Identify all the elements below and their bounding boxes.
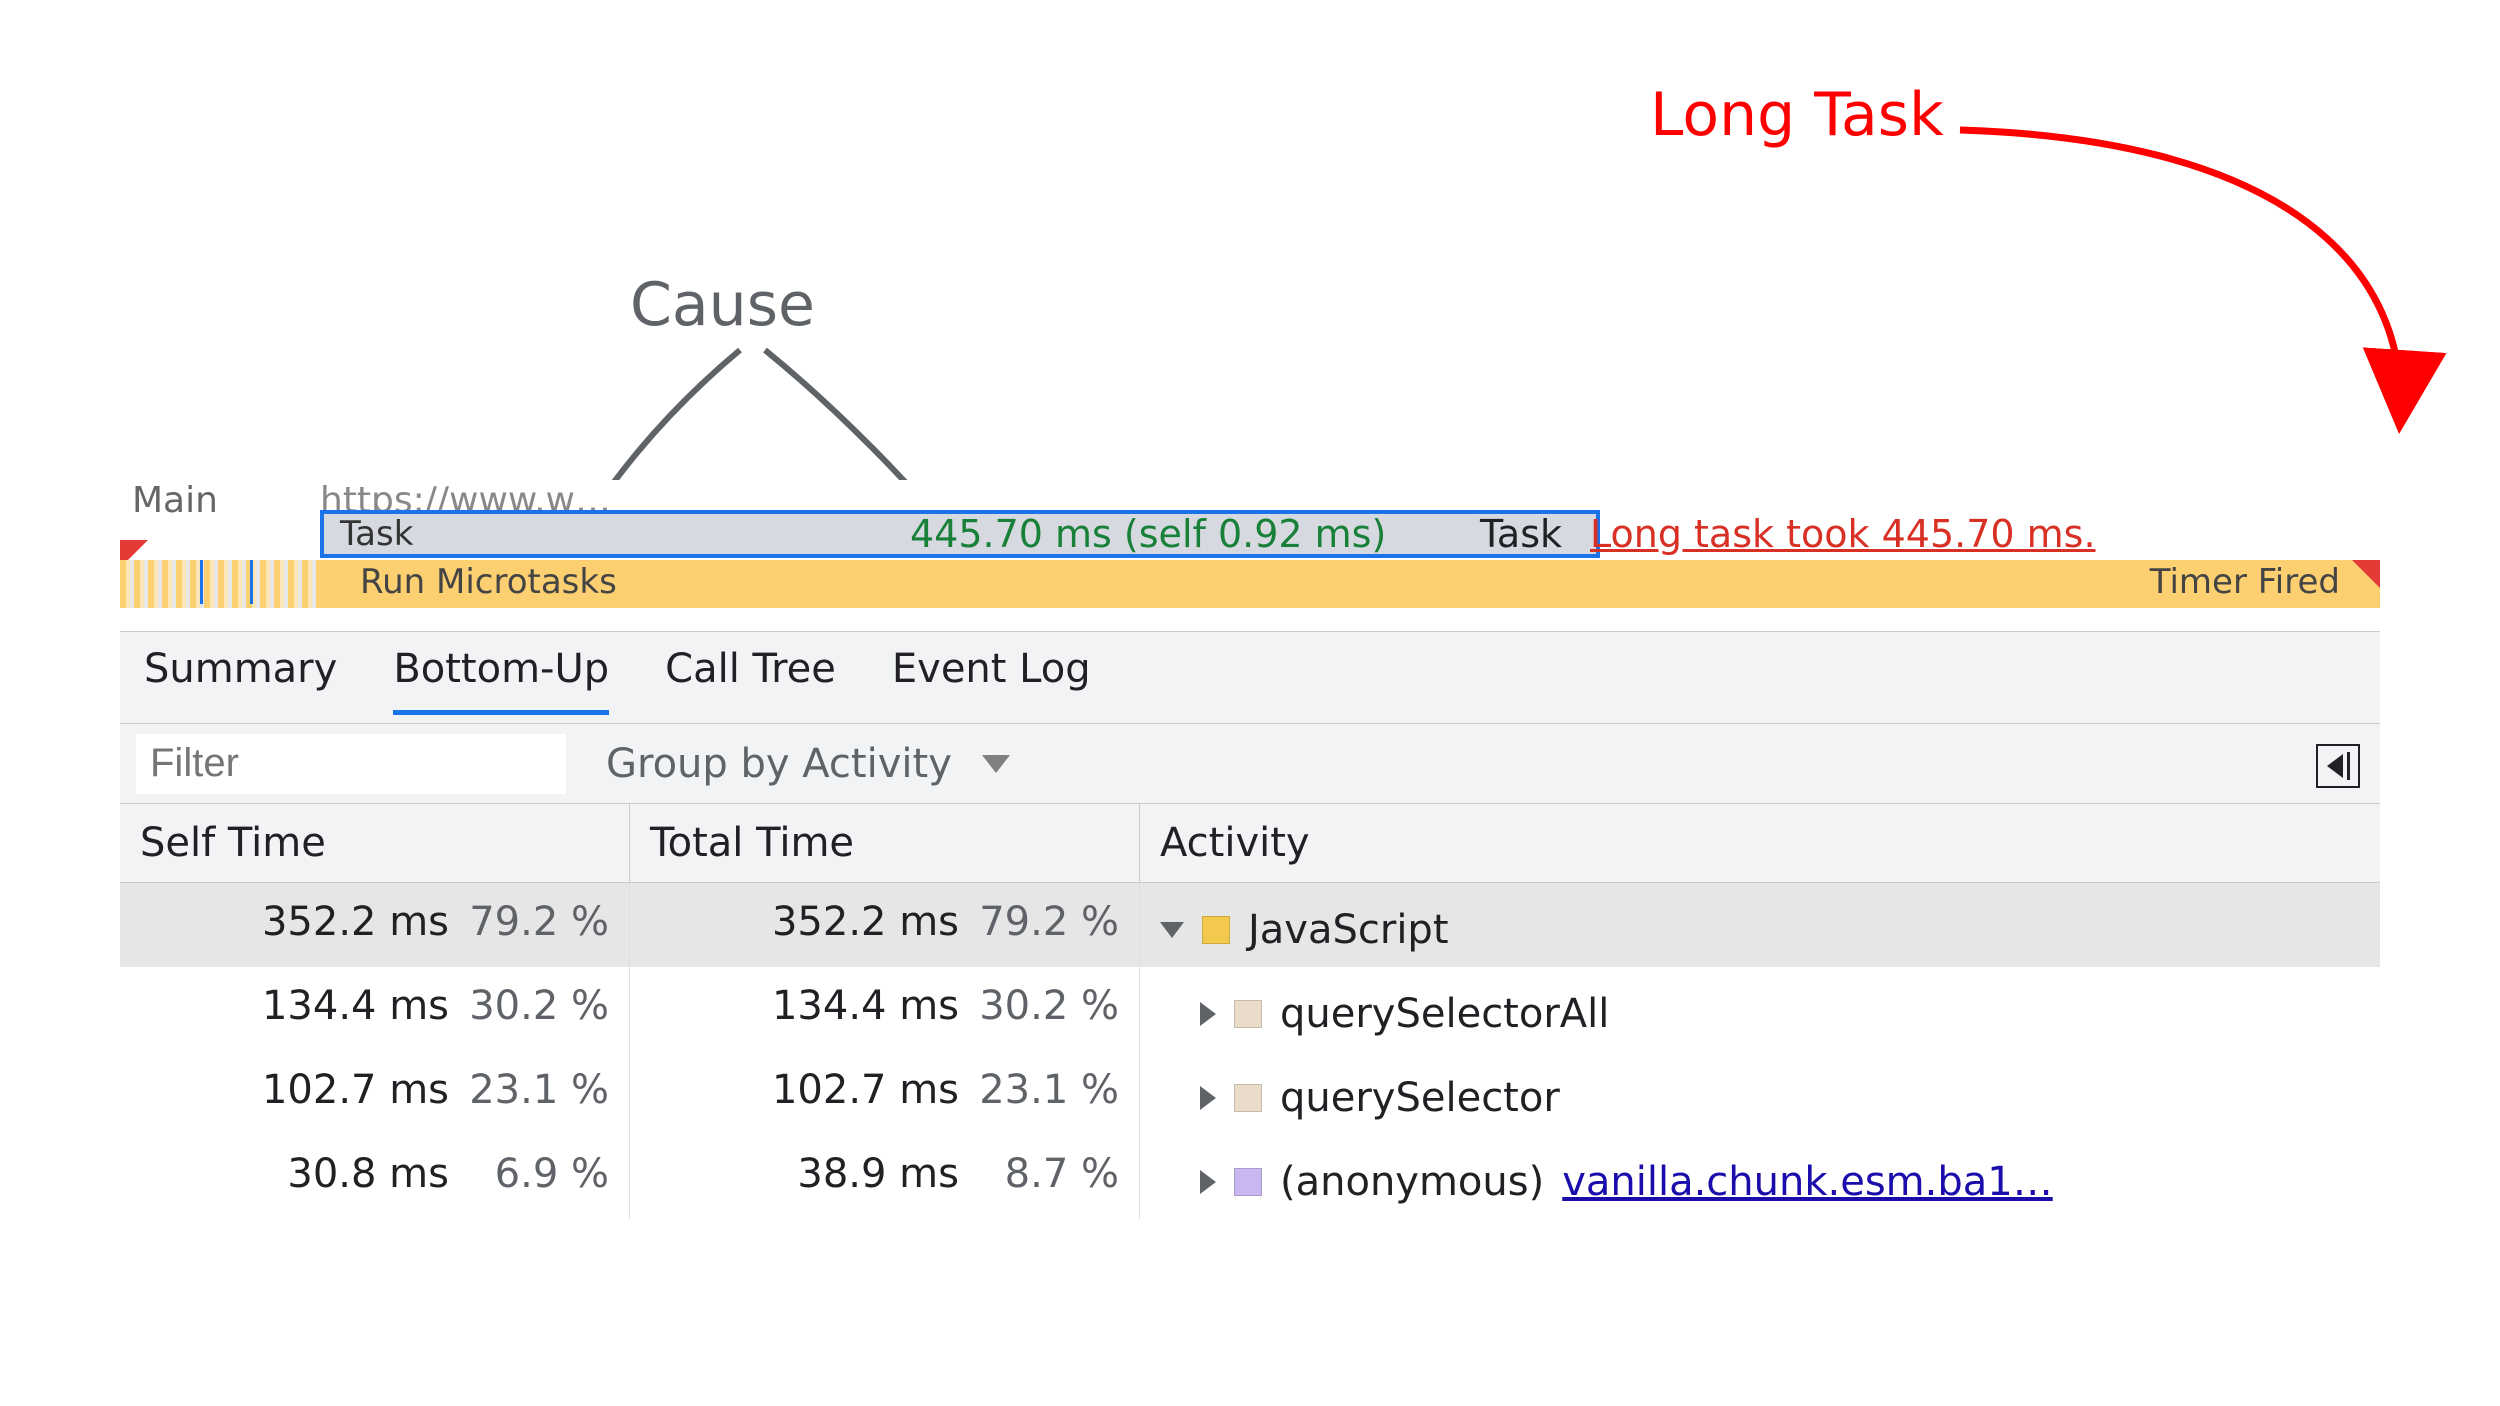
chevron-down-icon[interactable]	[1160, 922, 1184, 938]
flame-script-band[interactable]	[320, 560, 2380, 608]
col-self-time[interactable]: Self Time	[120, 804, 630, 882]
activity-cell: querySelector	[1140, 1051, 2380, 1135]
bottom-up-rows: 352.2 ms79.2 %352.2 ms79.2 % JavaScript 13…	[120, 883, 2380, 1219]
flame-microtasks-label: Run Microtasks	[360, 560, 617, 604]
activity-label: querySelectorAll	[1280, 991, 1609, 1037]
activity-label: (anonymous)	[1280, 1159, 1544, 1205]
category-swatch	[1234, 1000, 1262, 1028]
category-swatch	[1234, 1168, 1262, 1196]
flame-timer-label: Timer Fired	[2150, 560, 2340, 604]
task-type: Task	[1480, 510, 1562, 558]
table-row[interactable]: 352.2 ms79.2 %352.2 ms79.2 % JavaScript	[120, 883, 2380, 967]
time-cell: 134.4 ms30.2 %	[120, 967, 630, 1051]
time-cell: 134.4 ms30.2 %	[630, 967, 1140, 1051]
flame-micro-bars[interactable]	[120, 560, 320, 608]
col-total-time[interactable]: Total Time	[630, 804, 1140, 882]
annotation-long-task: Long Task	[1650, 80, 1944, 150]
chevron-right-icon[interactable]	[1200, 1170, 1216, 1194]
arrow-long-task	[1930, 110, 2450, 470]
chevron-down-icon	[982, 755, 1010, 773]
flame-tick	[250, 560, 253, 604]
time-cell: 38.9 ms8.7 %	[630, 1135, 1140, 1219]
flame-tick	[200, 560, 203, 604]
long-task-warning[interactable]: Long task took 445.70 ms.	[1590, 510, 2096, 558]
time-cell: 102.7 ms23.1 %	[120, 1051, 630, 1135]
group-by-label: Group by Activity	[606, 741, 952, 787]
column-headers: Self Time Total Time Activity	[120, 804, 2380, 883]
table-row[interactable]: 30.8 ms6.9 %38.9 ms8.7 %(anonymous) vani…	[120, 1135, 2380, 1219]
category-swatch	[1202, 916, 1230, 944]
time-cell: 352.2 ms79.2 %	[120, 883, 630, 967]
filter-input[interactable]	[136, 734, 566, 794]
devtools-performance-panel: Main https://www.w… Task 445.70 ms (self…	[120, 480, 2380, 1219]
activity-label: querySelector	[1280, 1075, 1560, 1121]
time-cell: 102.7 ms23.1 %	[630, 1051, 1140, 1135]
task-duration: 445.70 ms (self 0.92 ms)	[910, 510, 1386, 558]
annotation-cause: Cause	[630, 270, 815, 340]
table-row[interactable]: 102.7 ms23.1 %102.7 ms23.1 % querySelecto…	[120, 1051, 2380, 1135]
table-row[interactable]: 134.4 ms30.2 %134.4 ms30.2 % querySelecto…	[120, 967, 2380, 1051]
chevron-right-icon[interactable]	[1200, 1002, 1216, 1026]
time-cell: 30.8 ms6.9 %	[120, 1135, 630, 1219]
toggle-sidebar-button[interactable]	[2316, 744, 2360, 788]
col-activity[interactable]: Activity	[1140, 804, 2380, 882]
tab-bottom-up[interactable]: Bottom-Up	[393, 646, 609, 715]
group-by-select[interactable]: Group by Activity	[606, 741, 1010, 787]
flame-chart-strip: Main https://www.w… Task 445.70 ms (self…	[120, 480, 2380, 632]
chevron-right-icon[interactable]	[1200, 1086, 1216, 1110]
details-tabs: Summary Bottom-Up Call Tree Event Log	[120, 632, 2380, 724]
category-swatch	[1234, 1084, 1262, 1112]
activity-cell: (anonymous) vanilla.chunk.esm.ba1…	[1140, 1135, 2380, 1219]
source-link[interactable]: vanilla.chunk.esm.ba1…	[1562, 1159, 2053, 1205]
tab-summary[interactable]: Summary	[144, 646, 337, 710]
tab-event-log[interactable]: Event Log	[892, 646, 1091, 710]
truncation-marker-right	[2352, 560, 2380, 588]
tab-call-tree[interactable]: Call Tree	[665, 646, 836, 710]
activity-cell: JavaScript	[1140, 883, 2380, 967]
filter-bar: Group by Activity	[120, 724, 2380, 804]
activity-cell: querySelectorAll	[1140, 967, 2380, 1051]
time-cell: 352.2 ms79.2 %	[630, 883, 1140, 967]
activity-label: JavaScript	[1248, 907, 1449, 953]
